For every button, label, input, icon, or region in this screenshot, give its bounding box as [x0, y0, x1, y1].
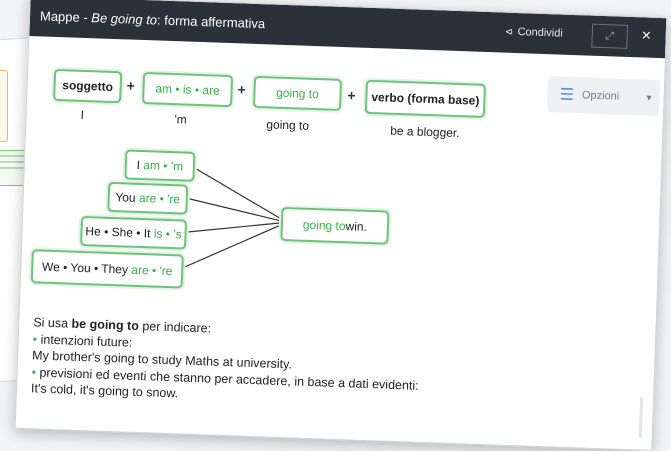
usage-notes: Si usa be going to per indicare: • inten…	[31, 314, 421, 410]
connector-line	[183, 196, 282, 222]
going-to-win-box: going to win.	[280, 206, 390, 245]
pronoun-box-we-you-they: We • You • They are • 're	[30, 249, 184, 289]
pronoun-box-he-she-it: He • She • It is • 's	[80, 215, 188, 250]
pronoun-box-i: I am • 'm	[124, 149, 196, 182]
connector-line	[182, 222, 282, 234]
connector-line	[190, 165, 282, 220]
pronoun-box-you: You are • 're	[107, 181, 189, 215]
background-orange-card	[0, 70, 8, 142]
connector-line	[179, 224, 282, 270]
map-modal: Mappe - Be going to: forma affermativa ⪦…	[14, 0, 668, 451]
